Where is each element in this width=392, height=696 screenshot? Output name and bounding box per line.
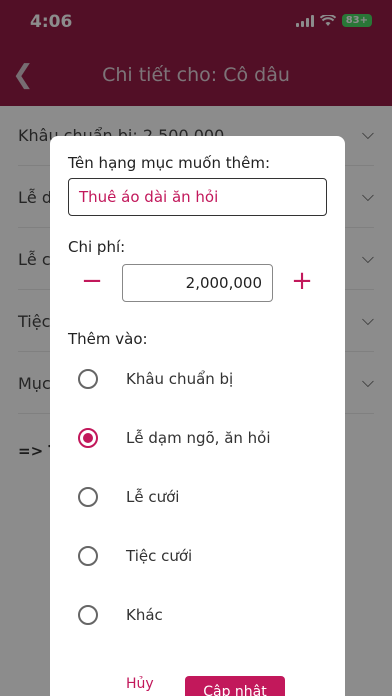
increase-button[interactable]: + <box>288 266 316 296</box>
option-khau-chuan-bi[interactable]: Khâu chuẩn bị <box>78 364 318 394</box>
cancel-button[interactable]: Hủy <box>126 676 154 692</box>
radio-button[interactable] <box>78 369 98 389</box>
add-to-label: Thêm vào: <box>68 330 148 348</box>
option-tiec-cuoi[interactable]: Tiệc cưới <box>78 541 318 571</box>
radio-button[interactable] <box>78 546 98 566</box>
option-le-dam-ngo[interactable]: Lễ dạm ngõ, ăn hỏi <box>78 423 318 453</box>
cost-input[interactable]: 2,000,000 <box>122 264 273 302</box>
cost-label: Chi phí: <box>68 238 126 256</box>
radio-button-selected[interactable] <box>78 428 98 448</box>
add-item-dialog: Tên hạng mục muốn thêm: Thuê áo dài ăn h… <box>50 136 345 696</box>
option-label: Tiệc cưới <box>126 547 193 565</box>
name-label: Tên hạng mục muốn thêm: <box>68 154 271 172</box>
radio-button[interactable] <box>78 605 98 625</box>
option-label: Khâu chuẩn bị <box>126 370 234 388</box>
decrease-button[interactable]: − <box>78 266 106 296</box>
update-button[interactable]: Cập nhật <box>185 676 285 696</box>
option-label: Khác <box>126 606 163 624</box>
option-label: Lễ cưới <box>126 488 180 506</box>
item-name-input[interactable]: Thuê áo dài ăn hỏi <box>68 178 327 216</box>
radio-button[interactable] <box>78 487 98 507</box>
option-khac[interactable]: Khác <box>78 600 318 630</box>
option-le-cuoi[interactable]: Lễ cưới <box>78 482 318 512</box>
option-label: Lễ dạm ngõ, ăn hỏi <box>126 429 271 447</box>
